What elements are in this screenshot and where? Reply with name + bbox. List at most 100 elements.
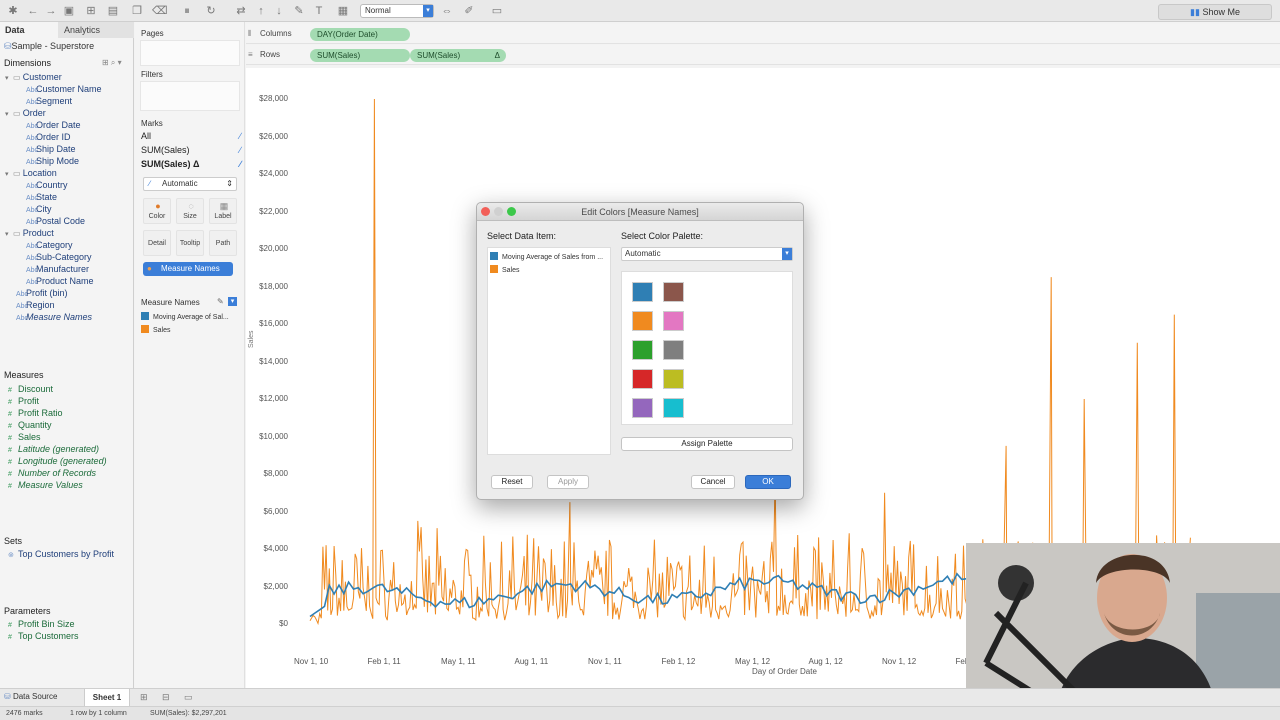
label-button[interactable]: ▦ Label bbox=[209, 198, 237, 224]
field-discount[interactable]: # Discount bbox=[8, 384, 53, 394]
add-datasource-icon[interactable]: ⊞ bbox=[84, 4, 98, 18]
set-0[interactable]: ⊚ Top Customers by Profit bbox=[8, 549, 114, 559]
data-source-tab[interactable]: ⛁ Data Source bbox=[4, 692, 57, 701]
field-profit-bin-[interactable]: AbcProfit (bin) bbox=[16, 288, 68, 298]
tooltip-button[interactable]: Tooltip bbox=[176, 230, 204, 256]
field-profit[interactable]: # Profit bbox=[8, 396, 39, 406]
pause-updates-icon[interactable]: ⏸ bbox=[180, 4, 194, 18]
folder-product[interactable]: ▾ ▭ Product bbox=[5, 228, 54, 238]
save-icon[interactable]: ▣ bbox=[62, 4, 76, 18]
field-measure-values[interactable]: # Measure Values bbox=[8, 480, 83, 490]
detail-button[interactable]: Detail bbox=[143, 230, 171, 256]
data-item-moving-average[interactable]: Moving Average of Sales from ... bbox=[490, 252, 608, 261]
reset-button[interactable]: Reset bbox=[491, 475, 533, 489]
forward-icon[interactable]: → bbox=[44, 4, 58, 18]
field-segment[interactable]: AbcSegment bbox=[26, 96, 72, 106]
field-state[interactable]: AbcState bbox=[26, 192, 57, 202]
sort-desc-icon[interactable]: ↓ bbox=[272, 4, 286, 18]
columns-shelf[interactable]: ⦀ Columns DAY(Order Date) bbox=[246, 24, 1280, 44]
field-product-name[interactable]: AbcProduct Name bbox=[26, 276, 94, 286]
new-worksheet-icon[interactable]: ⊞ bbox=[140, 692, 148, 703]
palette-color-chip[interactable] bbox=[663, 282, 684, 302]
field-sales[interactable]: # Sales bbox=[8, 432, 41, 442]
palette-color-chip[interactable] bbox=[632, 311, 653, 331]
folder-location[interactable]: ▾ ▭ Location bbox=[5, 168, 57, 178]
field-manufacturer[interactable]: AbcManufacturer bbox=[26, 264, 89, 274]
palette-color-chip[interactable] bbox=[663, 398, 684, 418]
new-story-icon[interactable]: ▭ bbox=[184, 692, 193, 703]
fix-axes-icon[interactable]: ▦ bbox=[336, 4, 350, 18]
field-region[interactable]: AbcRegion bbox=[16, 300, 55, 310]
pen-icon[interactable]: ✐ bbox=[462, 4, 476, 18]
parameter-0[interactable]: # Profit Bin Size bbox=[8, 619, 75, 629]
new-worksheet-icon[interactable]: ▤ bbox=[106, 4, 120, 18]
ok-button[interactable]: OK bbox=[745, 475, 791, 489]
apply-button[interactable]: Apply bbox=[547, 475, 589, 489]
dimensions-tools-icon[interactable]: ⊞ ⌕ ▾ bbox=[102, 58, 122, 68]
zoom-window-icon[interactable] bbox=[507, 207, 516, 216]
field-quantity[interactable]: # Quantity bbox=[8, 420, 52, 430]
mark-type-select[interactable]: ∕ Automatic ⇕ bbox=[143, 177, 237, 191]
color-button[interactable]: ● Color bbox=[143, 198, 171, 224]
legend-item-sales[interactable]: Sales bbox=[141, 325, 171, 334]
close-window-icon[interactable] bbox=[481, 207, 490, 216]
palette-color-chip[interactable] bbox=[632, 398, 653, 418]
field-customer-name[interactable]: AbcCustomer Name bbox=[26, 84, 102, 94]
measure-names-color-pill[interactable]: ● Measure Names bbox=[143, 262, 233, 276]
refresh-icon[interactable]: ↻ bbox=[204, 4, 218, 18]
datasource-name[interactable]: ⛁Sample - Superstore bbox=[4, 41, 94, 52]
rows-pill-sum-sales[interactable]: SUM(Sales) bbox=[310, 49, 410, 62]
field-category[interactable]: AbcCategory bbox=[26, 240, 73, 250]
clear-icon[interactable]: ⌫ bbox=[152, 4, 168, 18]
field-postal-code[interactable]: AbcPostal Code bbox=[26, 216, 85, 226]
data-item-sales[interactable]: Sales bbox=[490, 265, 608, 274]
field-profit-ratio[interactable]: # Profit Ratio bbox=[8, 408, 63, 418]
marks-all[interactable]: All ∕ bbox=[141, 131, 241, 141]
field-city[interactable]: AbcCity bbox=[26, 204, 52, 214]
view-size-select[interactable]: Normal ▾ bbox=[360, 4, 434, 18]
field-ship-date[interactable]: AbcShip Date bbox=[26, 144, 76, 154]
folder-order[interactable]: ▾ ▭ Order bbox=[5, 108, 46, 118]
duplicate-icon[interactable]: ❐ bbox=[130, 4, 144, 18]
fit-width-icon[interactable]: ⇔ bbox=[440, 4, 454, 18]
rows-pill-sum-sales-delta[interactable]: SUM(Sales) Δ bbox=[410, 49, 506, 62]
pages-shelf[interactable] bbox=[140, 40, 240, 66]
marks-sum-sales-delta[interactable]: SUM(Sales) Δ ∕ bbox=[141, 159, 241, 169]
field-latitude-generated-[interactable]: # Latitude (generated) bbox=[8, 444, 99, 454]
field-sub-category[interactable]: AbcSub-Category bbox=[26, 252, 92, 262]
back-icon[interactable]: ← bbox=[26, 4, 40, 18]
palette-select[interactable]: Automatic ▾ bbox=[621, 247, 793, 261]
marks-sum-sales[interactable]: SUM(Sales) ∕ bbox=[141, 145, 241, 155]
sheet-1-tab[interactable]: Sheet 1 bbox=[84, 689, 130, 706]
legend-item-moving-average[interactable]: Moving Average of Sal... bbox=[141, 312, 229, 321]
field-order-date[interactable]: AbcOrder Date bbox=[26, 120, 81, 130]
field-order-id[interactable]: AbcOrder ID bbox=[26, 132, 71, 142]
cancel-button[interactable]: Cancel bbox=[691, 475, 735, 489]
tableau-logo-icon[interactable]: ✱ bbox=[6, 4, 20, 18]
tab-analytics[interactable]: Analytics bbox=[58, 22, 134, 38]
palette-color-chip[interactable] bbox=[663, 340, 684, 360]
columns-pill-order-date[interactable]: DAY(Order Date) bbox=[310, 28, 410, 41]
size-button[interactable]: ◌ Size bbox=[176, 198, 204, 224]
tab-data[interactable]: Data bbox=[0, 22, 58, 38]
legend-edit-icon[interactable]: ✎ bbox=[217, 297, 224, 306]
palette-color-chip[interactable] bbox=[632, 282, 653, 302]
new-dashboard-icon[interactable]: ⊟ bbox=[162, 692, 170, 703]
palette-color-chip[interactable] bbox=[632, 369, 653, 389]
field-ship-mode[interactable]: AbcShip Mode bbox=[26, 156, 79, 166]
presentation-icon[interactable]: ▭ bbox=[490, 4, 504, 18]
path-button[interactable]: Path bbox=[209, 230, 237, 256]
parameter-1[interactable]: # Top Customers bbox=[8, 631, 79, 641]
palette-color-chip[interactable] bbox=[663, 369, 684, 389]
swap-icon[interactable]: ⇄ bbox=[234, 4, 248, 18]
labels-icon[interactable]: T bbox=[312, 4, 326, 18]
palette-color-chip[interactable] bbox=[663, 311, 684, 331]
field-number-of-records[interactable]: # Number of Records bbox=[8, 468, 96, 478]
filters-shelf[interactable] bbox=[140, 81, 240, 111]
field-measure-names[interactable]: AbcMeasure Names bbox=[16, 312, 92, 322]
folder-customer[interactable]: ▾ ▭ Customer bbox=[5, 72, 62, 82]
field-longitude-generated-[interactable]: # Longitude (generated) bbox=[8, 456, 107, 466]
field-country[interactable]: AbcCountry bbox=[26, 180, 68, 190]
show-me-button[interactable]: ▮▮ Show Me bbox=[1158, 4, 1272, 20]
highlight-icon[interactable]: ✎ bbox=[292, 4, 306, 18]
